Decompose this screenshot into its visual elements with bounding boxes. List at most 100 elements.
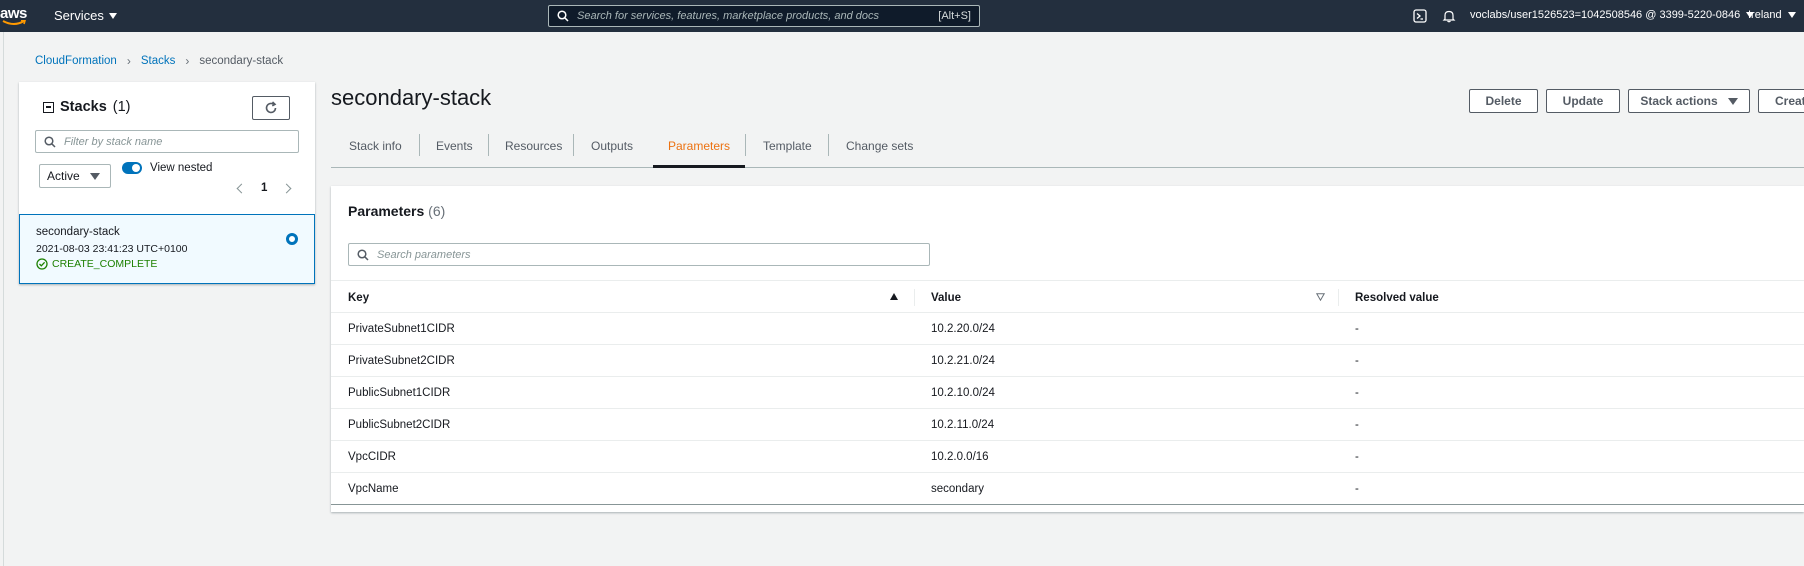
page-title: secondary-stack [331, 85, 492, 110]
status-filter-value: Active [47, 169, 80, 183]
param-key: PublicSubnet2CIDR [348, 419, 451, 431]
view-nested-label: View nested [150, 162, 213, 174]
breadcrumb-stacks[interactable]: Stacks [141, 55, 176, 67]
stack-actions-button[interactable]: Stack actions [1628, 89, 1750, 113]
param-resolved: - [1355, 483, 1359, 495]
stack-list-item[interactable]: secondary-stack 2021-08-03 23:41:23 UTC+… [19, 214, 315, 284]
table-row: PrivateSubnet1CIDR 10.2.20.0/24 - [331, 313, 1804, 345]
param-value: 10.2.0.0/16 [931, 451, 989, 463]
tab-events[interactable]: Events [436, 127, 473, 165]
param-value: 10.2.20.0/24 [931, 323, 995, 335]
breadcrumb-current: secondary-stack [199, 55, 284, 67]
parameters-title-text: Parameters [348, 203, 425, 219]
side-nav-edge [3, 32, 4, 566]
stack-select-radio[interactable] [286, 233, 298, 245]
tab-stack-info[interactable]: Stack info [349, 127, 402, 165]
top-navigation-bar: aws Services Search for services, featur… [0, 0, 1804, 32]
param-value: 10.2.10.0/24 [931, 387, 995, 399]
param-value: 10.2.11.0/24 [931, 419, 995, 431]
sort-ascending-icon[interactable] [890, 293, 898, 300]
tab-outputs[interactable]: Outputs [591, 127, 633, 165]
stack-actions-label: Stack actions [1640, 94, 1718, 108]
collapse-icon[interactable] [43, 101, 54, 113]
search-icon [44, 135, 56, 148]
cloudshell-icon[interactable] [1413, 9, 1427, 23]
parameters-count: (6) [428, 203, 446, 219]
parameters-title: Parameters (6) [348, 203, 445, 219]
parameters-panel: Parameters (6) Search parameters Key Val… [331, 186, 1804, 512]
chevron-right-icon[interactable] [281, 183, 292, 193]
stacks-title-text: Stacks [60, 99, 107, 115]
chevron-right-icon: › [126, 54, 131, 68]
region-menu[interactable]: Ireland [1748, 9, 1796, 21]
aws-logo[interactable]: aws [0, 2, 30, 30]
view-nested-toggle[interactable] [122, 162, 142, 174]
table-row: PrivateSubnet2CIDR 10.2.21.0/24 - [331, 345, 1804, 377]
account-label: voclabs/user1526523=1042508546 @ 3399-52… [1470, 9, 1741, 21]
caret-down-icon [89, 172, 100, 180]
search-placeholder: Search for services, features, marketpla… [577, 10, 880, 22]
create-stack-button[interactable]: Creat [1758, 89, 1804, 113]
active-tab-indicator [653, 165, 745, 168]
breadcrumb-cloudformation[interactable]: CloudFormation [35, 55, 117, 67]
param-key: PrivateSubnet1CIDR [348, 323, 455, 335]
param-resolved: - [1355, 387, 1359, 399]
refresh-icon [265, 101, 277, 114]
caret-down-icon [1727, 97, 1738, 105]
param-key: PrivateSubnet2CIDR [348, 355, 455, 367]
param-value: 10.2.21.0/24 [931, 355, 995, 367]
param-resolved: - [1355, 323, 1359, 335]
param-resolved: - [1355, 355, 1359, 367]
stacks-count: (1) [112, 99, 131, 115]
table-row: VpcName secondary - [331, 473, 1804, 505]
notification-bell-icon[interactable] [1442, 9, 1456, 23]
search-parameters-input[interactable]: Search parameters [348, 243, 930, 266]
column-resolved-value[interactable]: Resolved value [1355, 281, 1439, 314]
tab-divider [573, 134, 574, 156]
column-key[interactable]: Key [348, 281, 369, 314]
breadcrumb: CloudFormation › Stacks › secondary-stac… [35, 54, 283, 68]
column-separator[interactable] [1338, 289, 1339, 306]
create-label: Creat [1775, 94, 1804, 108]
filter-stack-input[interactable]: Filter by stack name [35, 130, 299, 153]
tab-resources[interactable]: Resources [505, 127, 562, 165]
delete-label: Delete [1485, 94, 1522, 108]
tab-template[interactable]: Template [763, 127, 812, 165]
param-resolved: - [1355, 419, 1359, 431]
stack-date: 2021-08-03 23:41:23 UTC+0100 [36, 243, 188, 255]
table-header: Key Value Resolved value [331, 280, 1804, 313]
account-menu[interactable]: voclabs/user1526523=1042508546 @ 3399-52… [1470, 9, 1755, 21]
delete-button[interactable]: Delete [1469, 89, 1538, 113]
param-key: VpcName [348, 483, 399, 495]
update-button[interactable]: Update [1546, 89, 1620, 113]
param-key: PublicSubnet1CIDR [348, 387, 451, 399]
services-menu[interactable]: Services [54, 8, 117, 23]
refresh-button[interactable] [252, 96, 290, 120]
tab-change-sets[interactable]: Change sets [846, 127, 913, 165]
tab-parameters[interactable]: Parameters [668, 127, 730, 165]
param-key: VpcCIDR [348, 451, 396, 463]
column-separator[interactable] [914, 289, 915, 306]
param-resolved: - [1355, 451, 1359, 463]
stack-name: secondary-stack [36, 226, 120, 238]
stack-status: CREATE_COMPLETE [36, 258, 157, 270]
chevron-right-icon: › [185, 54, 190, 68]
sort-icon[interactable] [1316, 293, 1325, 301]
table-row: PublicSubnet2CIDR 10.2.11.0/24 - [331, 409, 1804, 441]
tab-divider [745, 134, 746, 156]
aws-smile-icon [2, 20, 26, 25]
search-shortcut: [Alt+S] [938, 10, 971, 22]
global-search-input[interactable]: Search for services, features, marketpla… [548, 5, 980, 27]
search-parameters-placeholder: Search parameters [377, 248, 471, 261]
page-number[interactable]: 1 [261, 182, 267, 194]
table-row: VpcCIDR 10.2.0.0/16 - [331, 441, 1804, 473]
search-icon [557, 10, 569, 22]
caret-down-icon [1787, 12, 1796, 18]
status-filter-select[interactable]: Active [39, 164, 111, 188]
chevron-left-icon[interactable] [236, 183, 247, 193]
filter-placeholder: Filter by stack name [64, 135, 163, 148]
column-value[interactable]: Value [931, 281, 961, 314]
services-label: Services [54, 8, 104, 23]
stacks-panel-title: Stacks (1) [43, 99, 131, 115]
caret-down-icon [108, 12, 117, 19]
